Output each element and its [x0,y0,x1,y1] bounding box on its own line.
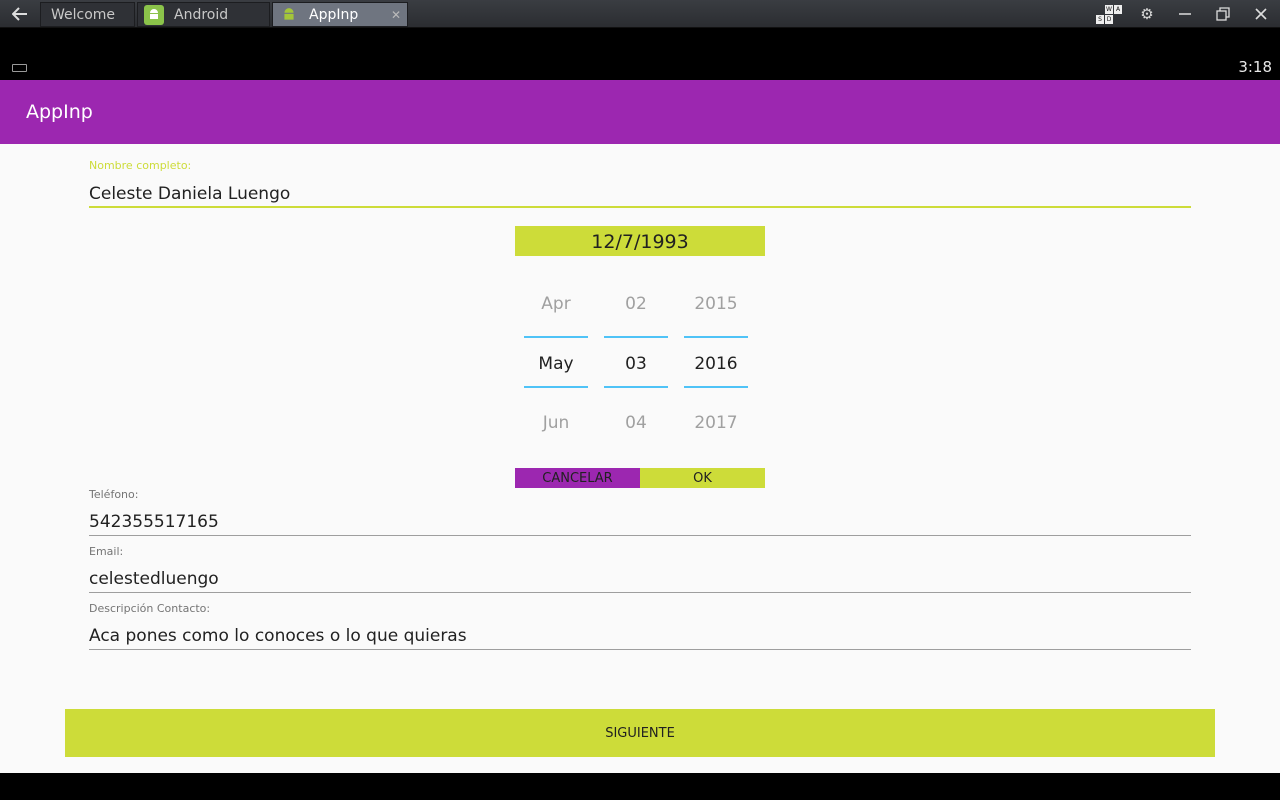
tab-appinp[interactable]: AppInp ✕ [272,2,408,27]
day-prev[interactable]: 02 [604,294,668,314]
picker-divider [604,336,668,338]
tab-welcome[interactable]: Welcome [40,2,135,27]
tab-label: Android [174,6,229,23]
description-underline [89,649,1191,650]
phone-value[interactable]: 542355517165 [89,512,219,532]
gear-icon[interactable]: ⚙ [1128,0,1166,28]
email-field[interactable]: Email: celestedluengo [89,544,1191,594]
keyboard-mapping-icon[interactable]: W A S D [1090,0,1128,28]
year-next[interactable]: 2017 [684,413,748,433]
name-value[interactable]: Celeste Daniela Luengo [89,184,290,204]
picker-divider [684,386,748,388]
minimize-icon[interactable] [1166,0,1204,28]
tab-label: Welcome [51,6,116,23]
email-underline [89,592,1191,593]
description-value[interactable]: Aca pones como lo conoces o lo que quier… [89,626,467,646]
back-arrow-icon[interactable] [0,0,40,28]
close-icon[interactable]: ✕ [391,8,401,22]
month-selected[interactable]: May [524,354,588,374]
day-selected[interactable]: 03 [604,354,668,374]
description-label: Descripción Contacto: [89,602,211,615]
day-picker[interactable]: 02 03 04 [604,284,668,454]
key-label: D [1105,14,1113,24]
phone-label: Teléfono: [89,488,139,501]
year-prev[interactable]: 2015 [684,294,748,314]
android-icon [144,4,164,25]
form-content: Nombre completo: Celeste Daniela Luengo … [0,144,1280,773]
name-underline [89,206,1191,208]
selected-date-display[interactable]: 12/7/1993 [515,226,765,256]
android-icon [279,5,299,25]
month-picker[interactable]: Apr May Jun [524,284,588,454]
cancel-button[interactable]: CANCELAR [515,468,640,488]
picker-divider [524,386,588,388]
emulator-tab-bar: Welcome Android AppInp ✕ W A S D ⚙ [0,0,1280,28]
email-value[interactable]: celestedluengo [89,569,219,589]
year-selected[interactable]: 2016 [684,354,748,374]
name-label: Nombre completo: [89,159,192,172]
phone-field[interactable]: Teléfono: 542355517165 [89,487,1191,537]
name-field[interactable]: Nombre completo: Celeste Daniela Luengo [89,158,1191,210]
keyboard-icon [12,64,27,72]
close-window-icon[interactable] [1242,0,1280,28]
status-clock: 3:18 [1238,58,1272,76]
year-picker[interactable]: 2015 2016 2017 [684,284,748,454]
next-button[interactable]: SIGUIENTE [65,709,1215,757]
status-bar: 3:18 [0,28,1280,80]
tab-label: AppInp [309,6,359,23]
ok-button[interactable]: OK [640,468,765,488]
app-title: AppInp [26,101,93,123]
description-field[interactable]: Descripción Contacto: Aca pones como lo … [89,601,1191,651]
app-bar: AppInp [0,80,1280,144]
key-label: W [1105,4,1113,14]
month-prev[interactable]: Apr [524,294,588,314]
picker-divider [524,336,588,338]
key-label: A [1114,4,1122,14]
picker-divider [684,336,748,338]
email-label: Email: [89,545,124,558]
day-next[interactable]: 04 [604,413,668,433]
picker-divider [604,386,668,388]
month-next[interactable]: Jun [524,413,588,433]
phone-underline [89,535,1191,536]
bottom-bar [0,773,1280,800]
key-label: S [1096,14,1104,24]
restore-icon[interactable] [1204,0,1242,28]
tab-android[interactable]: Android [137,2,270,27]
